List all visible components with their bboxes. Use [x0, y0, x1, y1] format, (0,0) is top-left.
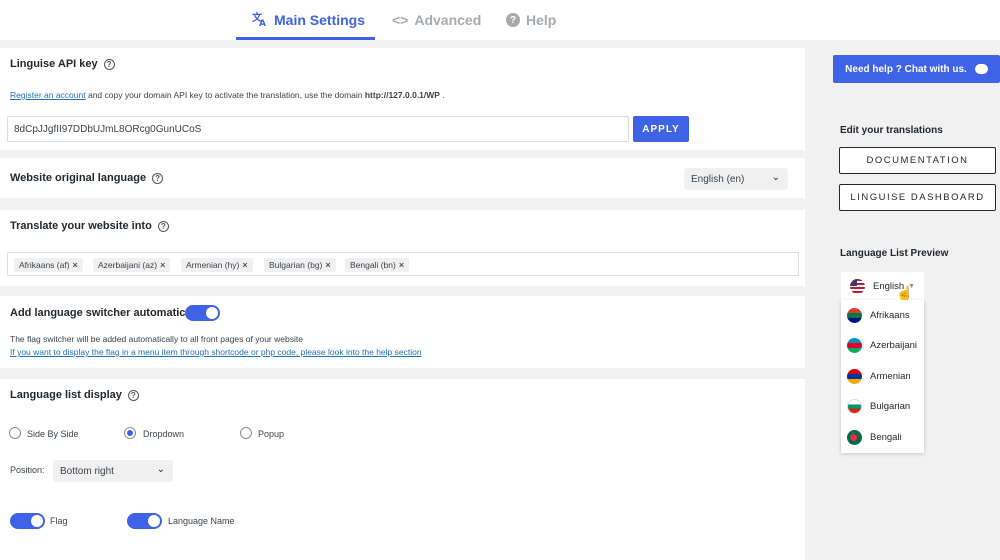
flag-toggle-label: Flag — [50, 516, 68, 526]
chat-bubble-icon — [974, 64, 988, 74]
chat-help-label: Need help ? Chat with us. — [845, 63, 967, 75]
svg-text:A: A — [259, 19, 266, 27]
switcher-help-text: If you want to display the flag in a men… — [10, 347, 422, 357]
api-key-card: Linguise API key ? Register an account a… — [0, 48, 805, 150]
preview-language-item[interactable]: Armenian — [841, 361, 924, 391]
api-description-text: and copy your domain API key to activate… — [85, 90, 365, 100]
translate-icon: 文A — [252, 11, 268, 30]
chat-help-button[interactable]: Need help ? Chat with us. — [833, 55, 1000, 83]
translate-into-title-text: Translate your website into — [10, 220, 152, 232]
tab-advanced[interactable]: <> Advanced — [392, 0, 481, 40]
switcher-note: The flag switcher will be added automati… — [10, 334, 303, 344]
position-select[interactable]: Bottom right ⌄ — [53, 460, 173, 482]
active-tab-indicator — [236, 37, 375, 40]
preview-language-label: Afrikaans — [870, 309, 910, 321]
remove-tag-icon[interactable]: × — [325, 260, 330, 270]
preview-language-label: Azerbaijani — [870, 339, 917, 351]
api-key-title-text: Linguise API key — [10, 58, 98, 70]
preview-language-item[interactable]: Bengali — [841, 422, 924, 452]
remove-tag-icon[interactable]: × — [399, 260, 404, 270]
linguise-dashboard-button[interactable]: LINGUISE DASHBOARD — [839, 184, 996, 211]
preview-language-item[interactable]: Afrikaans — [841, 300, 924, 330]
original-language-select[interactable]: English (en) ⌄ — [684, 168, 788, 190]
question-icon: ? — [506, 13, 520, 27]
edit-translations-title: Edit your translations — [840, 125, 943, 136]
api-key-description: Register an account and copy your domain… — [10, 90, 445, 100]
preview-language-label: Bengali — [870, 431, 902, 443]
translate-into-title: Translate your website into ? — [10, 220, 169, 232]
original-language-card: Website original language ? English (en)… — [0, 158, 805, 198]
remove-tag-icon[interactable]: × — [242, 260, 247, 270]
radio-dropdown[interactable] — [124, 427, 136, 439]
tab-advanced-label: Advanced — [414, 12, 482, 28]
flag-toggle[interactable] — [10, 513, 45, 529]
display-title: Language list display ? — [10, 389, 139, 401]
language-tag: Armenian (hy) × — [181, 258, 253, 272]
language-preview-title: Language List Preview — [840, 248, 949, 259]
tab-help[interactable]: ? Help — [506, 0, 556, 40]
flag-za-icon — [847, 307, 862, 323]
api-key-input[interactable] — [7, 116, 629, 142]
preview-language-item[interactable]: Bulgarian — [841, 391, 924, 421]
help-section-link[interactable]: If you want to display the flag in a men… — [10, 347, 422, 357]
chevron-down-icon: ⌄ — [156, 464, 165, 475]
language-tag-label: Bengali (bn) — [350, 260, 396, 270]
code-icon: <> — [392, 12, 409, 28]
flag-us-icon — [850, 278, 865, 294]
position-value: Bottom right — [60, 465, 114, 477]
help-circle-icon[interactable]: ? — [127, 389, 139, 401]
flag-am-icon — [847, 368, 862, 384]
remove-tag-icon[interactable]: × — [73, 260, 78, 270]
language-list-display-card: Language list display ? Side By Side Dro… — [0, 379, 805, 560]
domain-text: http://127.0.0.1/WP — [364, 90, 440, 100]
auto-switcher-toggle[interactable] — [185, 305, 220, 321]
top-tab-bar: 文A Main Settings <> Advanced ? Help — [0, 0, 1000, 40]
target-languages-input[interactable]: Afrikaans (af) × Azerbaijani (az) × Armeni… — [7, 252, 799, 276]
preview-language-label: Bulgarian — [870, 400, 911, 412]
language-tag-label: Armenian (hy) — [186, 260, 240, 270]
preview-language-item[interactable]: Azerbaijani — [841, 330, 924, 360]
help-circle-icon[interactable]: ? — [152, 172, 164, 184]
tab-main-settings[interactable]: 文A Main Settings — [252, 0, 365, 40]
apply-button[interactable]: APPLY — [633, 116, 689, 142]
language-name-toggle-label: Language Name — [168, 516, 235, 526]
language-tag: Bengali (bn) × — [345, 258, 410, 272]
documentation-button[interactable]: DOCUMENTATION — [839, 147, 996, 174]
language-tag: Bulgarian (bg) × — [264, 258, 336, 272]
language-tag-label: Bulgarian (bg) — [269, 260, 323, 270]
flag-bg-icon — [847, 398, 862, 414]
language-switcher-card: Add language switcher automatically The … — [0, 296, 805, 368]
language-name-toggle[interactable] — [127, 513, 162, 529]
tab-main-settings-label: Main Settings — [274, 12, 366, 28]
api-description-period: . — [439, 90, 445, 100]
tab-help-label: Help — [526, 12, 557, 28]
language-tag: Afrikaans (af) × — [14, 258, 83, 272]
flag-bd-icon — [847, 429, 862, 445]
help-circle-icon[interactable]: ? — [157, 220, 169, 232]
language-tag: Azerbaijani (az) × — [93, 258, 171, 272]
original-language-value: English (en) — [691, 173, 745, 185]
remove-tag-icon[interactable]: × — [160, 260, 165, 270]
original-language-title: Website original language ? — [10, 172, 164, 184]
language-tag-label: Azerbaijani (az) — [98, 260, 158, 270]
radio-popup[interactable] — [240, 427, 252, 439]
original-language-title-text: Website original language — [10, 172, 147, 184]
api-key-title: Linguise API key ? — [10, 58, 115, 70]
preview-language-label: Armenian — [870, 370, 911, 382]
switcher-title: Add language switcher automatically — [10, 307, 204, 319]
display-title-text: Language list display — [10, 389, 122, 401]
radio-popup-label: Popup — [258, 429, 285, 439]
flag-az-icon — [847, 337, 862, 353]
radio-side-by-side[interactable] — [9, 427, 21, 439]
help-circle-icon[interactable]: ? — [103, 58, 115, 70]
preview-language-list: Afrikaans Azerbaijani Armenian Bulgarian… — [841, 300, 924, 453]
radio-side-by-side-label: Side By Side — [27, 429, 79, 439]
position-label: Position: — [10, 465, 45, 475]
chevron-down-icon: ⌄ — [771, 172, 780, 183]
translate-into-card: Translate your website into ? Afrikaans … — [0, 210, 805, 286]
language-tag-label: Afrikaans (af) — [19, 260, 70, 270]
register-account-link[interactable]: Register an account — [10, 90, 86, 100]
radio-dropdown-label: Dropdown — [143, 429, 185, 439]
